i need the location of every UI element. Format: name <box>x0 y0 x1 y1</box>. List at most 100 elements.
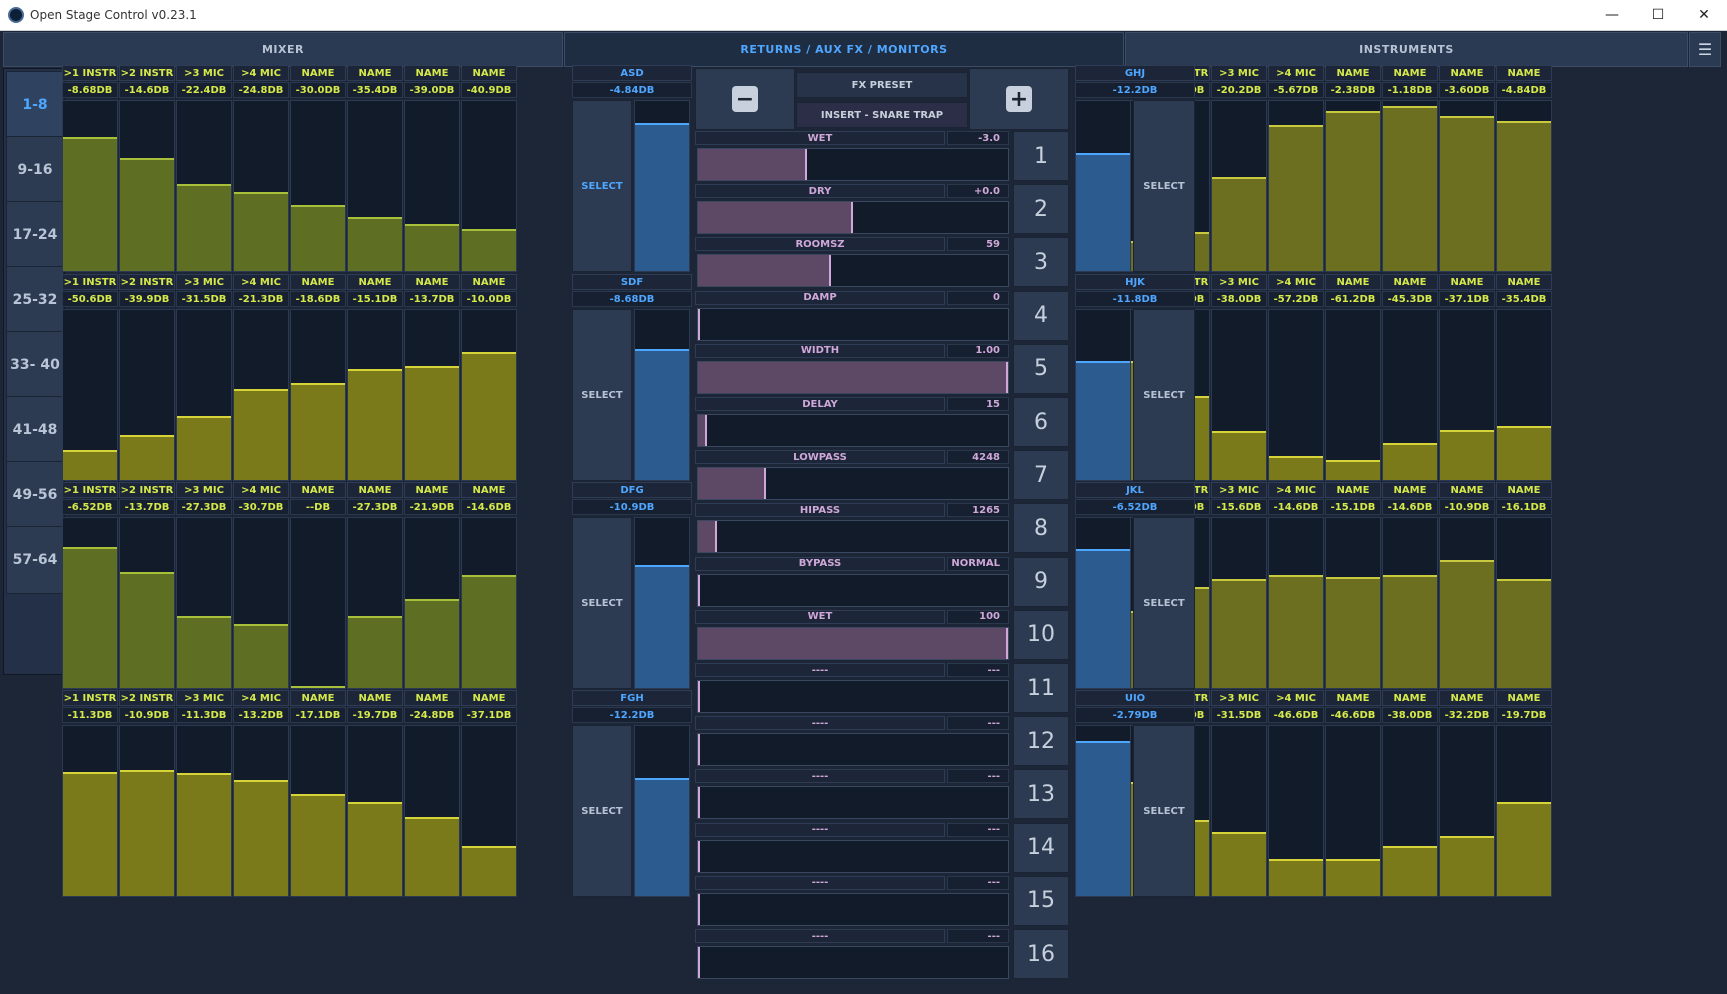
bus-fader[interactable] <box>1075 725 1131 897</box>
channel-fader[interactable] <box>461 517 517 689</box>
channel-fader[interactable] <box>1211 517 1267 689</box>
channel-fader[interactable] <box>290 517 346 689</box>
fx-slot-button[interactable]: 11 <box>1013 663 1069 713</box>
channel-fader[interactable] <box>1382 725 1438 897</box>
channel-fader[interactable] <box>1496 100 1552 272</box>
channel-fader[interactable] <box>1496 309 1552 481</box>
channel-fader[interactable] <box>461 725 517 897</box>
fx-param-slider[interactable] <box>697 201 1009 235</box>
nav-bank-button[interactable]: 33- 40 <box>6 331 64 399</box>
fx-param-slider[interactable] <box>697 892 1009 926</box>
channel-fader[interactable] <box>1382 517 1438 689</box>
fx-slot-button[interactable]: 2 <box>1013 184 1069 235</box>
channel-fader[interactable] <box>233 725 289 897</box>
fx-slot-button[interactable]: 3 <box>1013 237 1069 288</box>
nav-bank-button[interactable]: 9-16 <box>6 136 64 204</box>
preset-next-button[interactable]: + <box>969 68 1069 130</box>
fx-param-slider[interactable] <box>697 307 1009 341</box>
channel-fader[interactable] <box>233 517 289 689</box>
fx-slot-button[interactable]: 5 <box>1013 343 1069 394</box>
nav-bank-button[interactable]: 17-24 <box>6 201 64 269</box>
bus-fader[interactable] <box>1075 309 1131 481</box>
channel-fader[interactable] <box>290 725 346 897</box>
channel-fader[interactable] <box>119 517 175 689</box>
channel-fader[interactable] <box>1439 309 1495 481</box>
channel-fader[interactable] <box>404 309 460 481</box>
close-icon[interactable]: ✕ <box>1681 0 1727 30</box>
fx-param-slider[interactable] <box>697 573 1009 607</box>
fx-slot-button[interactable]: 12 <box>1013 716 1069 767</box>
fx-preset-name[interactable]: INSERT - SNARE TRAP <box>796 102 968 128</box>
fx-param-slider[interactable] <box>697 680 1009 713</box>
channel-fader[interactable] <box>1325 309 1381 481</box>
channel-fader[interactable] <box>1325 725 1381 897</box>
bus-fader[interactable] <box>634 100 690 272</box>
fx-slot-button[interactable]: 9 <box>1013 556 1069 607</box>
hamburger-icon[interactable]: ☰ <box>1689 32 1721 67</box>
channel-fader[interactable] <box>1268 100 1324 272</box>
fx-slot-button[interactable]: 15 <box>1013 875 1069 926</box>
fx-param-slider[interactable] <box>697 254 1009 288</box>
channel-fader[interactable] <box>404 100 460 272</box>
channel-fader[interactable] <box>176 725 232 897</box>
channel-fader[interactable] <box>233 309 289 481</box>
channel-fader[interactable] <box>1211 309 1267 481</box>
preset-prev-button[interactable]: − <box>695 68 795 130</box>
fx-param-slider[interactable] <box>697 946 1009 979</box>
bus-select-button[interactable]: SELECT <box>572 517 632 689</box>
tab-returns[interactable]: RETURNS / AUX FX / MONITORS <box>564 32 1124 67</box>
bus-select-button[interactable]: SELECT <box>572 100 632 272</box>
channel-fader[interactable] <box>1439 725 1495 897</box>
fx-param-slider[interactable] <box>697 786 1009 820</box>
channel-fader[interactable] <box>1439 517 1495 689</box>
channel-fader[interactable] <box>62 517 118 689</box>
channel-fader[interactable] <box>461 309 517 481</box>
channel-fader[interactable] <box>62 309 118 481</box>
maximize-icon[interactable]: ☐ <box>1635 0 1681 30</box>
channel-fader[interactable] <box>347 517 403 689</box>
bus-select-button[interactable]: SELECT <box>572 725 632 897</box>
channel-fader[interactable] <box>1325 517 1381 689</box>
channel-fader[interactable] <box>347 725 403 897</box>
channel-fader[interactable] <box>1382 309 1438 481</box>
channel-fader[interactable] <box>62 100 118 272</box>
nav-bank-button[interactable]: 25-32 <box>6 266 64 334</box>
fx-slot-button[interactable]: 4 <box>1013 290 1069 341</box>
bus-select-button[interactable]: SELECT <box>1133 309 1195 481</box>
fx-param-slider[interactable] <box>697 839 1009 873</box>
channel-fader[interactable] <box>1268 725 1324 897</box>
nav-bank-button[interactable]: 49-56 <box>6 461 64 529</box>
channel-fader[interactable] <box>1382 100 1438 272</box>
bus-fader[interactable] <box>634 725 690 897</box>
channel-fader[interactable] <box>1211 725 1267 897</box>
channel-fader[interactable] <box>233 100 289 272</box>
channel-fader[interactable] <box>1496 725 1552 897</box>
channel-fader[interactable] <box>1268 309 1324 481</box>
channel-fader[interactable] <box>1325 100 1381 272</box>
fx-slot-button[interactable]: 10 <box>1013 609 1069 660</box>
nav-bank-button[interactable]: 41-48 <box>6 396 64 464</box>
channel-fader[interactable] <box>404 517 460 689</box>
channel-fader[interactable] <box>1268 517 1324 689</box>
bus-fader[interactable] <box>1075 517 1131 689</box>
channel-fader[interactable] <box>176 309 232 481</box>
channel-fader[interactable] <box>290 309 346 481</box>
fx-param-slider[interactable] <box>697 360 1009 394</box>
fx-slot-button[interactable]: 14 <box>1013 822 1069 873</box>
bus-select-button[interactable]: SELECT <box>1133 725 1195 897</box>
channel-fader[interactable] <box>347 100 403 272</box>
fx-param-slider[interactable] <box>697 414 1009 447</box>
channel-fader[interactable] <box>404 725 460 897</box>
nav-bank-button[interactable]: 1-8 <box>6 71 64 139</box>
bus-fader[interactable] <box>634 309 690 481</box>
bus-fader[interactable] <box>1075 100 1131 272</box>
fx-param-slider[interactable] <box>697 733 1009 767</box>
fx-slot-button[interactable]: 8 <box>1013 503 1069 554</box>
bus-select-button[interactable]: SELECT <box>1133 100 1195 272</box>
fx-param-slider[interactable] <box>697 467 1009 501</box>
minimize-icon[interactable]: — <box>1589 0 1635 30</box>
channel-fader[interactable] <box>119 100 175 272</box>
fx-slot-button[interactable]: 1 <box>1013 131 1069 181</box>
channel-fader[interactable] <box>1496 517 1552 689</box>
fx-param-slider[interactable] <box>697 626 1009 660</box>
